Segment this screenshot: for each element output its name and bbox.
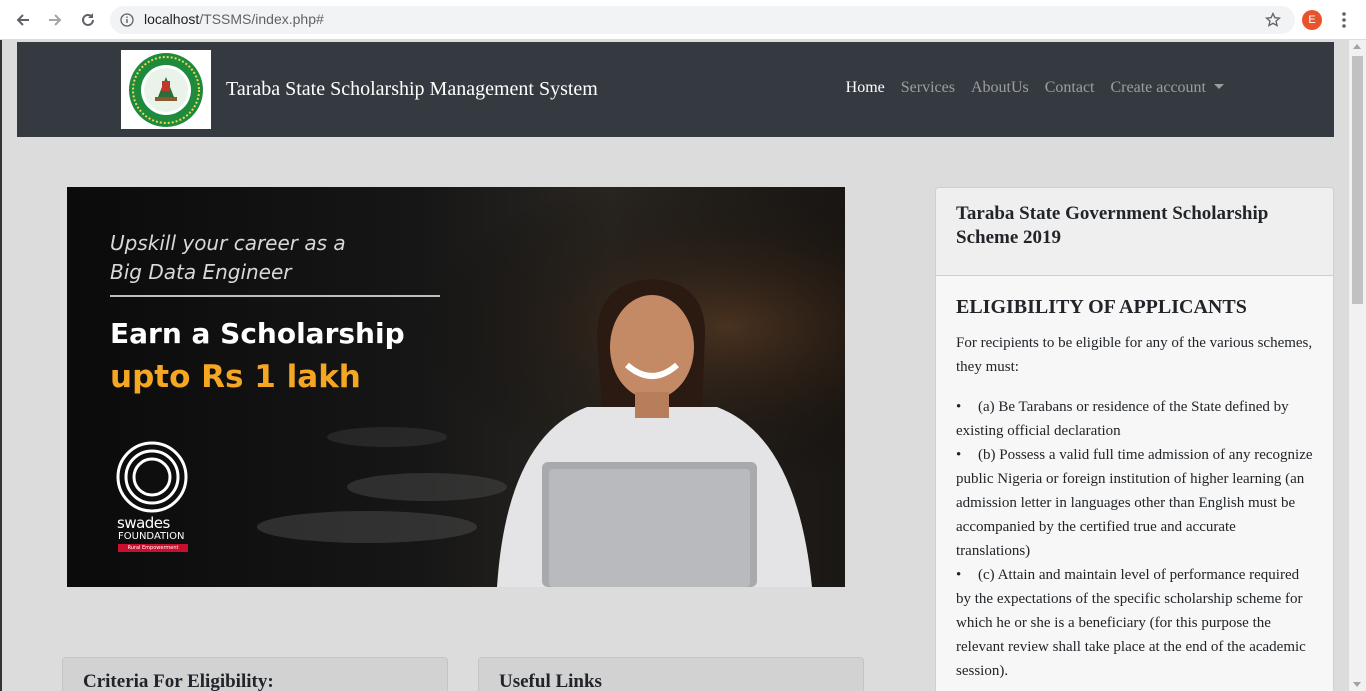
url-text: localhost/TSSMS/index.php# (144, 11, 324, 27)
site-brand[interactable]: Taraba State Scholarship Management Syst… (226, 78, 598, 101)
banner-upskill-line2: Big Data Engineer (110, 260, 292, 284)
useful-links-card: Useful Links (478, 657, 864, 691)
reload-button[interactable] (75, 8, 101, 32)
scholarship-banner-image: Upskill your career as a Big Data Enginee… (67, 187, 845, 587)
eligibility-list: (a) Be Tarabans or residence of the Stat… (956, 395, 1313, 683)
criteria-card: Criteria For Eligibility: (62, 657, 448, 691)
eligibility-item: (b) Possess a valid full time admission … (956, 443, 1313, 563)
scholarship-scheme-card: Taraba State Government Scholarship Sche… (935, 187, 1334, 691)
swades-logo-text: swades (117, 514, 170, 532)
scroll-up-icon[interactable] (1353, 44, 1361, 49)
site-navbar: Taraba State Scholarship Management Syst… (17, 42, 1334, 137)
eligibility-item: (a) Be Tarabans or residence of the Stat… (956, 395, 1313, 443)
nav-contact[interactable]: Contact (1045, 79, 1095, 97)
url-host: localhost (144, 11, 200, 27)
profile-avatar[interactable]: E (1302, 10, 1322, 30)
criteria-card-title: Criteria For Eligibility: (83, 671, 274, 691)
nav-create-account-label: Create account (1110, 79, 1207, 96)
swades-foundation-text: FOUNDATION (118, 531, 185, 542)
scroll-down-icon[interactable] (1353, 682, 1361, 687)
page-scrollbar[interactable] (1349, 40, 1366, 691)
nav-menu: Home Services AboutUs Contact Create acc… (846, 79, 1224, 97)
forward-button[interactable] (42, 8, 68, 32)
banner-divider (110, 295, 440, 297)
url-path: /TSSMS/index.php# (199, 11, 324, 27)
card-body: ELIGIBILITY OF APPLICANTS For recipients… (936, 276, 1333, 683)
browser-toolbar: localhost/TSSMS/index.php# E (0, 0, 1366, 40)
back-arrow-icon (16, 14, 29, 26)
banner-amount: upto Rs 1 lakh (110, 359, 361, 395)
seal-icon (129, 52, 203, 127)
eligibility-heading: ELIGIBILITY OF APPLICANTS (956, 296, 1247, 318)
swades-tagline: Rural Empowerment (118, 544, 188, 552)
more-vert-icon[interactable] (1336, 10, 1352, 30)
forward-arrow-icon (49, 14, 62, 26)
useful-links-card-title: Useful Links (499, 671, 602, 691)
nav-services[interactable]: Services (901, 79, 955, 97)
banner-headline: Earn a Scholarship (110, 317, 405, 350)
bookmark-star-icon[interactable] (1265, 12, 1281, 28)
card-header: Taraba State Government Scholarship Sche… (936, 188, 1333, 276)
card-title: Taraba State Government Scholarship Sche… (956, 203, 1269, 248)
nav-aboutus[interactable]: AboutUs (971, 79, 1029, 97)
taraba-state-logo[interactable] (121, 50, 211, 129)
nav-create-account-dropdown[interactable]: Create account (1110, 79, 1224, 97)
eligibility-intro: For recipients to be eligible for any of… (956, 335, 1313, 375)
reload-icon (82, 13, 94, 26)
caret-down-icon (1214, 84, 1224, 89)
back-button[interactable] (10, 8, 36, 32)
scrollbar-thumb[interactable] (1352, 56, 1363, 304)
banner-upskill-line1: Upskill your career as a (110, 231, 346, 255)
info-icon[interactable] (120, 13, 134, 27)
nav-home[interactable]: Home (846, 79, 885, 97)
eligibility-item: (c) Attain and maintain level of perform… (956, 563, 1313, 683)
page-viewport: Taraba State Scholarship Management Syst… (0, 40, 1349, 691)
banner-upskill-text: Upskill your career as a Big Data Enginee… (110, 229, 410, 287)
address-bar[interactable]: localhost/TSSMS/index.php# (110, 6, 1295, 34)
